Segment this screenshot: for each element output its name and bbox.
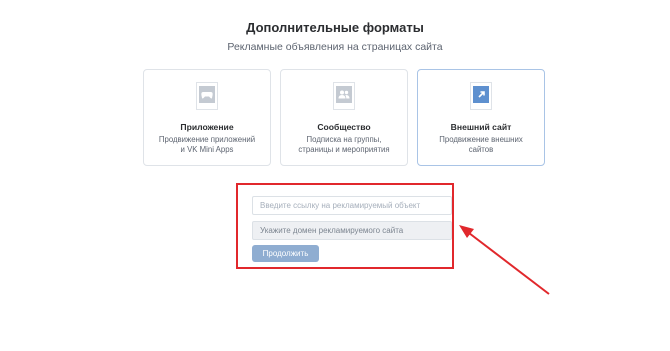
annotation-arrow [459,225,550,295]
